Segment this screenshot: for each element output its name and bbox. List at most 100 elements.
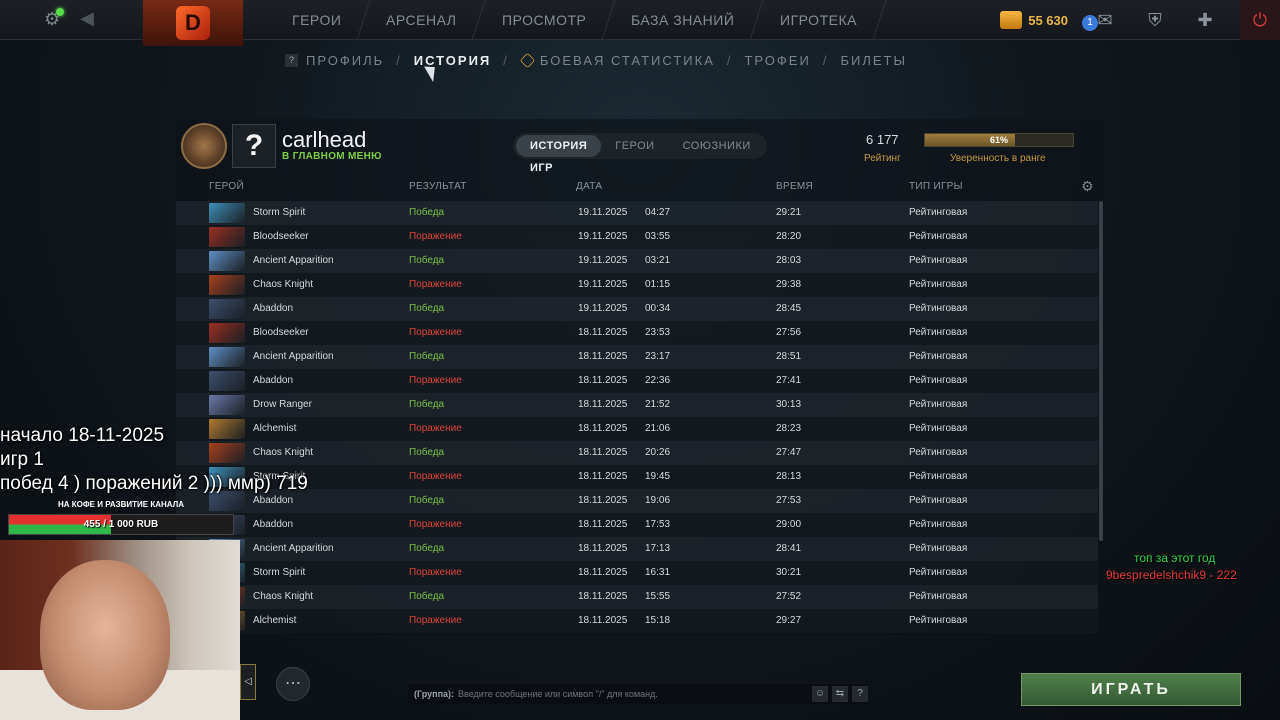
tab-match-history[interactable]: ИСТОРИЯ ИГР [516,135,602,174]
table-row[interactable]: Alchemist Поражение 18.11.2025 15:18 29:27 Ре… [176,609,1098,633]
nav-watch-label: ПРОСМОТР [501,12,587,28]
subnav-battle-stats[interactable]: БОЕВАЯ СТАТИСТИКА [540,53,715,68]
top-of-year-label: топ за этот год [1134,551,1216,565]
match-time: 00:34 [645,303,671,314]
table-row[interactable]: Abaddon Победа 19.11.2025 00:34 28:45 Рейтинг… [176,297,1098,321]
match-time: 20:26 [645,447,671,458]
match-game-type: Рейтинговая [909,207,968,218]
table-row[interactable]: Bloodseeker Поражение 18.11.2025 23:53 27:56… [176,321,1098,345]
match-duration: 28:45 [776,303,802,314]
match-game-type: Рейтинговая [909,399,968,410]
match-game-type: Рейтинговая [909,447,968,458]
avatar[interactable]: ? [232,124,276,168]
nav-arcade-label: ИГРОТЕКА [779,12,857,28]
header-hero[interactable]: ГЕРОЙ [209,181,244,192]
hero-name: Abaddon [253,495,294,506]
table-row[interactable]: Ancient Apparition Победа 18.11.2025 17:13 2… [176,537,1098,561]
help-icon[interactable]: ? [852,686,868,702]
messages-icon[interactable]: ✉ 1 [1082,5,1120,35]
match-game-type: Рейтинговая [909,375,968,386]
coins-count[interactable]: 55 630 [1028,13,1068,28]
dota-logo-icon: D [176,6,210,40]
play-button[interactable]: ИГРАТЬ [1021,673,1241,706]
table-row[interactable]: Chaos Knight Победа 18.11.2025 20:26 27:47 Ре… [176,441,1098,465]
nav-armory[interactable]: АРСЕНАЛ [357,0,487,40]
nav-armory-label: АРСЕНАЛ [386,12,457,28]
match-result: Поражение [409,231,462,242]
table-row[interactable]: Drow Ranger Победа 18.11.2025 21:52 30:13 Рей… [176,393,1098,417]
match-date: 18.11.2025 [578,495,628,506]
history-tabs: ИСТОРИЯ ИГР ГЕРОИ СОЮЗНИКИ [513,133,767,174]
hero-portrait [209,251,245,271]
nav-arcade[interactable]: ИГРОТЕКА [751,0,887,40]
hero-name: Chaos Knight [253,591,314,602]
table-row[interactable]: Abaddon Поражение 18.11.2025 17:53 29:00 Рейт… [176,513,1098,537]
back-arrow-icon[interactable]: ◀ [80,8,94,29]
table-row[interactable]: Bloodseeker Поражение 19.11.2025 03:55 28:20… [176,225,1098,249]
table-row[interactable]: Abaddon Поражение 18.11.2025 22:36 27:41 Рейт… [176,369,1098,393]
emoji-icon[interactable]: ☺ [812,686,828,702]
party-menu-icon[interactable]: ⋯ [276,667,310,701]
match-time: 21:52 [645,399,671,410]
match-date: 19.11.2025 [578,207,628,218]
messages-badge: 1 [1082,15,1098,31]
match-date: 18.11.2025 [578,327,628,338]
table-row[interactable]: Alchemist Поражение 18.11.2025 21:06 28:23 Ре… [176,417,1098,441]
subnav-separator: / [822,52,829,68]
hero-name: Ancient Apparition [253,255,334,266]
tab-heroes[interactable]: ГЕРОИ [601,135,668,157]
table-row[interactable]: Ancient Apparition Победа 19.11.2025 03:21 2… [176,249,1098,273]
chat-tools: ☺ ⇆ ? [812,686,868,702]
rating-label: Рейтинг [864,153,901,164]
main-nav: ГЕРОИ АРСЕНАЛ ПРОСМОТР БАЗА ЗНАНИЙ ИГРОТ… [263,0,887,40]
table-header: ГЕРОЙ РЕЗУЛЬТАТ ДАТА ВРЕМЯ ТИП ИГРЫ ⚙ [176,177,1104,197]
subnav-tickets[interactable]: БИЛЕТЫ [840,53,907,68]
nav-watch[interactable]: ПРОСМОТР [473,0,616,40]
match-list-scrollbar[interactable] [1099,201,1103,541]
table-row[interactable]: Ancient Apparition Победа 18.11.2025 23:17 2… [176,345,1098,369]
match-result: Поражение [409,471,462,482]
match-date: 19.11.2025 [578,279,628,290]
header-duration[interactable]: ВРЕМЯ [776,181,813,192]
match-list: Storm Spirit Победа 19.11.2025 04:27 29:21 Ре… [176,201,1098,633]
match-time: 19:06 [645,495,671,506]
subnav-trophies[interactable]: ТРОФЕИ [744,53,810,68]
header-game-type[interactable]: ТИП ИГРЫ [909,181,963,192]
table-row[interactable]: Storm Spirit Поражение 18.11.2025 19:45 28:1… [176,465,1098,489]
match-duration: 28:13 [776,471,802,482]
power-icon[interactable]: ⏻ [1240,0,1280,40]
match-date: 19.11.2025 [578,255,628,266]
table-row[interactable]: Chaos Knight Поражение 19.11.2025 01:15 29:3… [176,273,1098,297]
header-date[interactable]: ДАТА [576,181,602,192]
party-lock-icon[interactable]: ◁ [240,664,256,700]
match-game-type: Рейтинговая [909,279,968,290]
match-duration: 29:00 [776,519,802,530]
header-result[interactable]: РЕЗУЛЬТАТ [409,181,467,192]
table-row[interactable]: Storm Spirit Поражение 18.11.2025 16:31 30:2… [176,561,1098,585]
table-row[interactable]: Abaddon Победа 18.11.2025 19:06 27:53 Рейтинг… [176,489,1098,513]
nav-heroes[interactable]: ГЕРОИ [263,0,371,40]
hero-name: Storm Spirit [253,567,306,578]
chat-input[interactable]: (Группа): Введите сообщение или символ "/… [408,684,868,704]
table-row[interactable]: Storm Spirit Победа 19.11.2025 04:27 29:21 Ре… [176,201,1098,225]
dota-logo-button[interactable]: D [143,0,243,46]
match-time: 01:15 [645,279,671,290]
nav-learn[interactable]: БАЗА ЗНАНИЙ [602,0,765,40]
table-row[interactable]: Chaos Knight Победа 18.11.2025 15:55 27:52 Ре… [176,585,1098,609]
battle-stats-icon [519,52,536,68]
tab-allies[interactable]: СОЮЗНИКИ [669,135,765,157]
rank-medal-icon[interactable] [181,123,227,169]
match-duration: 30:21 [776,567,802,578]
match-date: 18.11.2025 [578,471,628,482]
overlay-games: игр 1 [0,449,44,470]
match-time: 23:17 [645,351,671,362]
webcam-feed [0,540,240,720]
subnav-profile[interactable]: ПРОФИЛЬ [306,53,384,68]
hero-name: Chaos Knight [253,447,314,458]
shield-icon[interactable]: ⛨ [1140,5,1170,35]
chat-wheel-icon[interactable]: ⇆ [832,686,848,702]
table-settings-gear-icon[interactable]: ⚙ [1081,178,1094,195]
add-friend-icon[interactable]: ✚ [1190,5,1220,35]
match-duration: 27:56 [776,327,802,338]
match-result: Победа [409,351,445,362]
